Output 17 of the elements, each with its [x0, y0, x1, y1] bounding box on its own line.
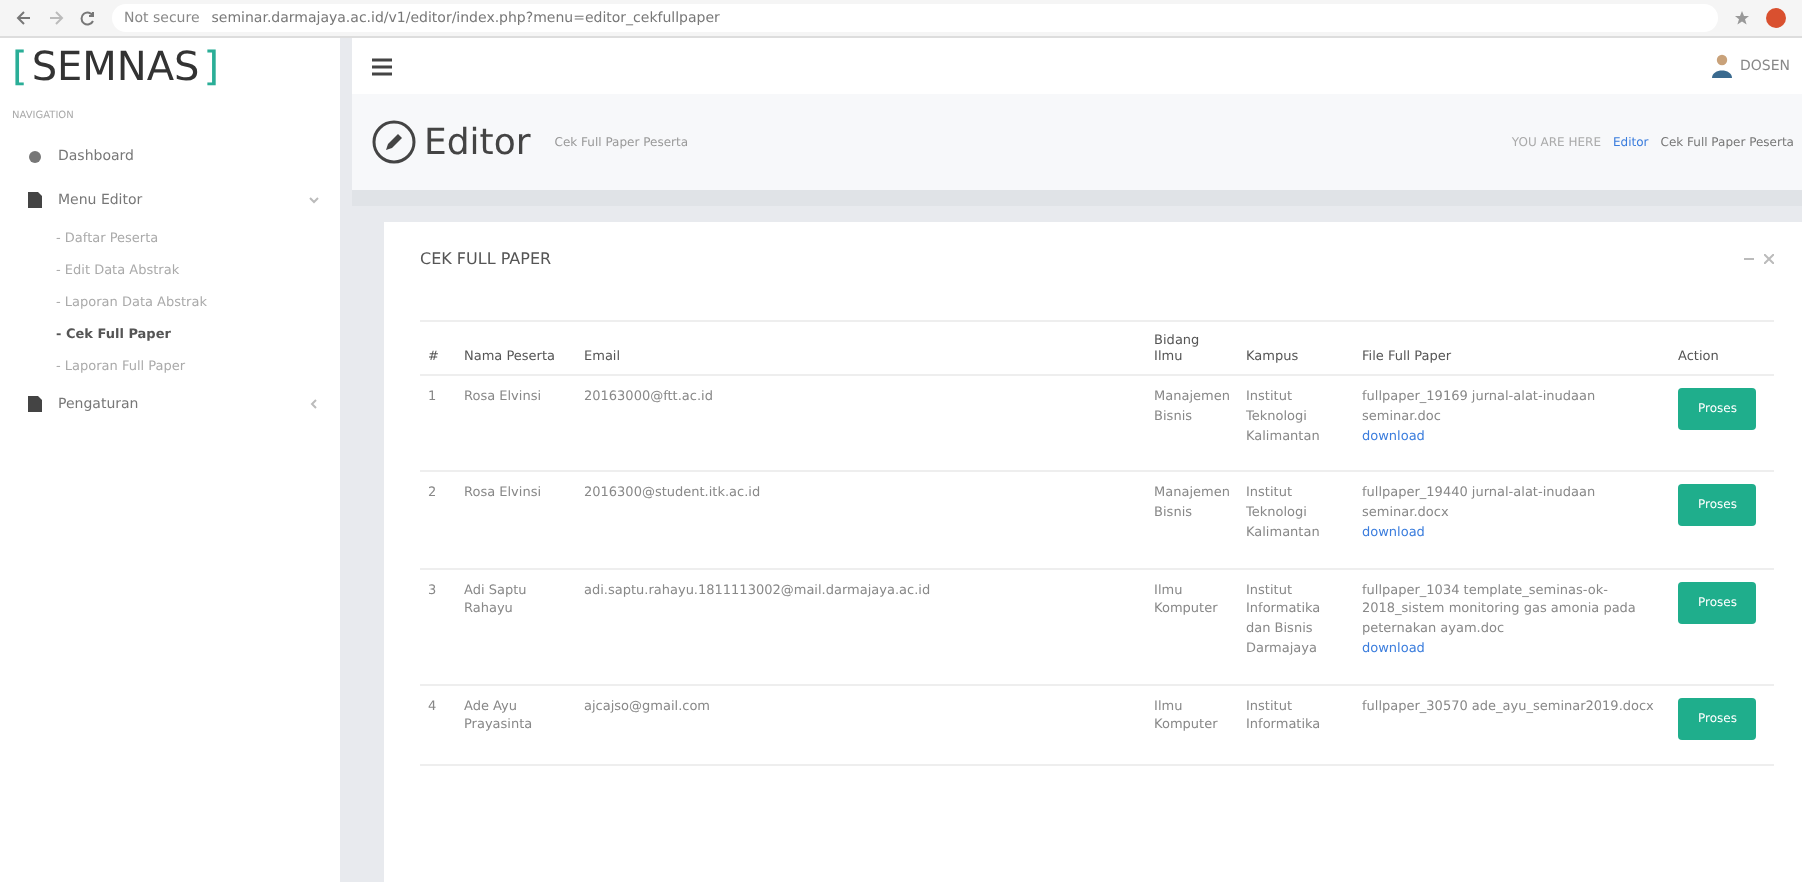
star-icon[interactable]	[1734, 10, 1750, 26]
reload-icon[interactable]	[80, 10, 96, 26]
profile-icon[interactable]	[1766, 8, 1786, 28]
brand-logo[interactable]: [SEMNAS]	[0, 38, 340, 94]
menu-icon[interactable]	[372, 57, 392, 75]
back-icon[interactable]	[16, 10, 32, 26]
chevron-left-icon	[308, 398, 320, 410]
minimize-icon[interactable]	[1744, 254, 1754, 264]
document-icon	[28, 396, 42, 412]
card-title: CEK FULL PAPER	[420, 250, 552, 268]
document-icon	[28, 192, 42, 208]
pencil-icon	[372, 120, 416, 164]
dashboard-icon	[28, 149, 42, 163]
chevron-down-icon	[308, 194, 320, 206]
user-avatar-icon	[1711, 54, 1732, 78]
close-icon[interactable]	[1764, 254, 1774, 264]
page-title: Editor	[424, 121, 531, 163]
